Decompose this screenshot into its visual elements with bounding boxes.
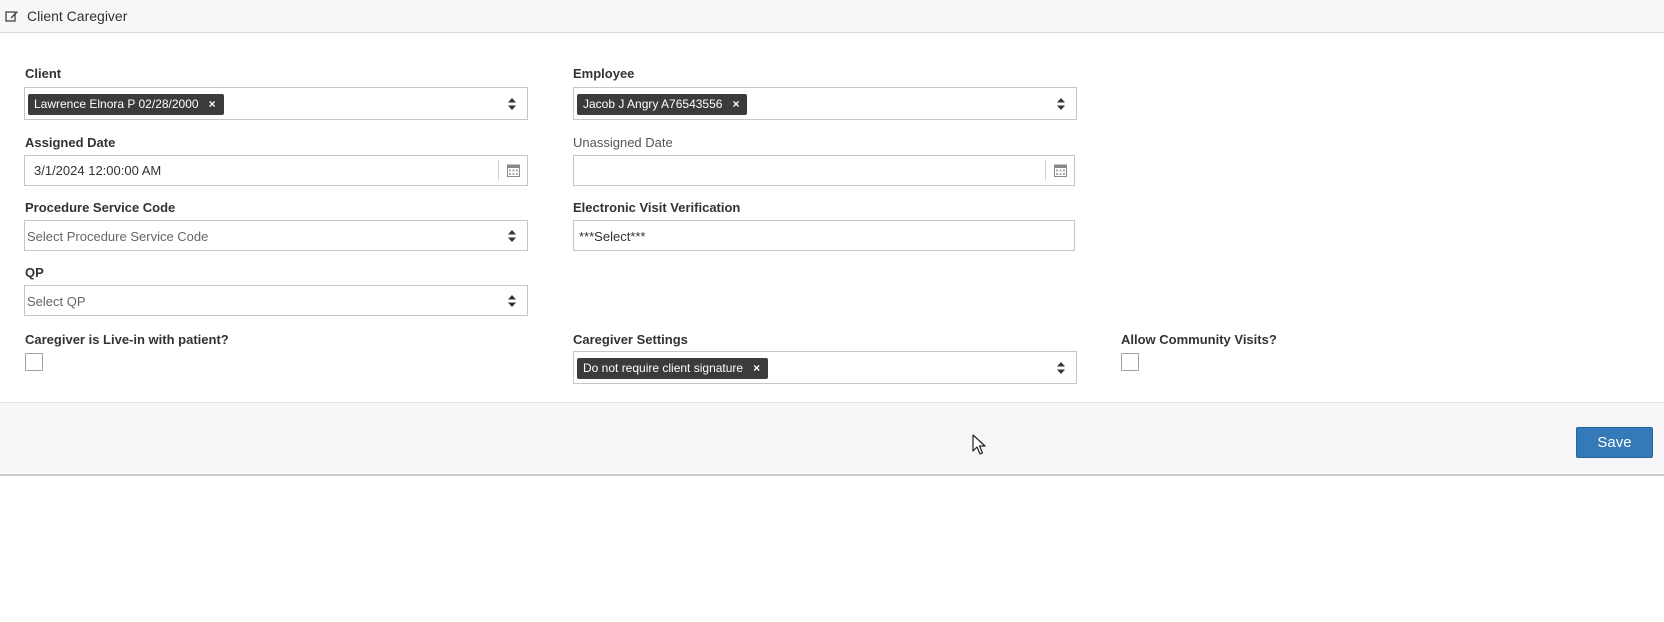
sort-arrows-icon	[508, 98, 516, 110]
live-in-checkbox[interactable]	[25, 353, 43, 371]
procedure-service-code-select[interactable]: Select Procedure Service Code	[24, 220, 528, 251]
assigned-date-value: 3/1/2024 12:00:00 AM	[34, 163, 162, 178]
assigned-date-label: Assigned Date	[25, 135, 116, 150]
sort-arrows-icon	[1057, 98, 1065, 110]
qp-label: QP	[25, 265, 44, 280]
caregiver-settings-label: Caregiver Settings	[573, 332, 688, 347]
sort-arrows-icon	[508, 295, 516, 307]
remove-client-tag-icon[interactable]: ×	[209, 94, 216, 115]
evv-label: Electronic Visit Verification	[573, 200, 741, 215]
evv-select[interactable]: ***Select***	[573, 220, 1075, 251]
community-visits-checkbox[interactable]	[1121, 353, 1139, 371]
save-button[interactable]: Save	[1576, 427, 1653, 458]
employee-select[interactable]: Jacob J Angry A76543556 ×	[573, 87, 1077, 120]
unassigned-date-input[interactable]	[573, 155, 1075, 186]
calendar-icon	[507, 164, 520, 177]
sort-arrows-icon	[1057, 362, 1065, 374]
client-tag-text: Lawrence Elnora P 02/28/2000	[34, 97, 199, 111]
sort-arrows-icon	[508, 230, 516, 242]
client-label: Client	[25, 66, 62, 81]
panel-title: Client Caregiver	[27, 8, 128, 24]
remove-caregiver-settings-tag-icon[interactable]: ×	[753, 358, 760, 379]
caregiver-settings-selected-tag: Do not require client signature ×	[577, 358, 769, 379]
form-footer: Save	[0, 402, 1664, 473]
client-caregiver-panel: Client Caregiver Client Lawrence Elnora …	[0, 0, 1664, 476]
unassigned-date-label: Unassigned Date	[573, 135, 673, 150]
mouse-cursor-icon	[972, 434, 986, 455]
evv-selected-value: ***Select***	[579, 229, 646, 244]
live-in-label: Caregiver is Live-in with patient?	[25, 332, 229, 347]
remove-employee-tag-icon[interactable]: ×	[732, 94, 739, 115]
unassigned-date-calendar-button[interactable]	[1045, 160, 1074, 181]
procedure-service-code-label: Procedure Service Code	[25, 200, 176, 215]
assigned-date-input[interactable]: 3/1/2024 12:00:00 AM	[24, 155, 528, 186]
calendar-icon	[1054, 164, 1067, 177]
community-visits-label: Allow Community Visits?	[1121, 332, 1277, 347]
qp-placeholder: Select QP	[27, 294, 86, 309]
caregiver-settings-select[interactable]: Do not require client signature ×	[573, 351, 1077, 384]
procedure-service-code-placeholder: Select Procedure Service Code	[27, 229, 209, 244]
employee-selected-tag: Jacob J Angry A76543556 ×	[577, 94, 748, 115]
assigned-date-calendar-button[interactable]	[498, 160, 527, 181]
panel-header: Client Caregiver	[0, 0, 1664, 33]
edit-icon	[5, 11, 18, 22]
client-select[interactable]: Lawrence Elnora P 02/28/2000 ×	[24, 87, 528, 120]
caregiver-settings-tag-text: Do not require client signature	[583, 361, 744, 375]
employee-label: Employee	[573, 66, 635, 81]
client-selected-tag: Lawrence Elnora P 02/28/2000 ×	[28, 94, 224, 115]
employee-tag-text: Jacob J Angry A76543556	[583, 97, 723, 111]
qp-select[interactable]: Select QP	[24, 285, 528, 316]
